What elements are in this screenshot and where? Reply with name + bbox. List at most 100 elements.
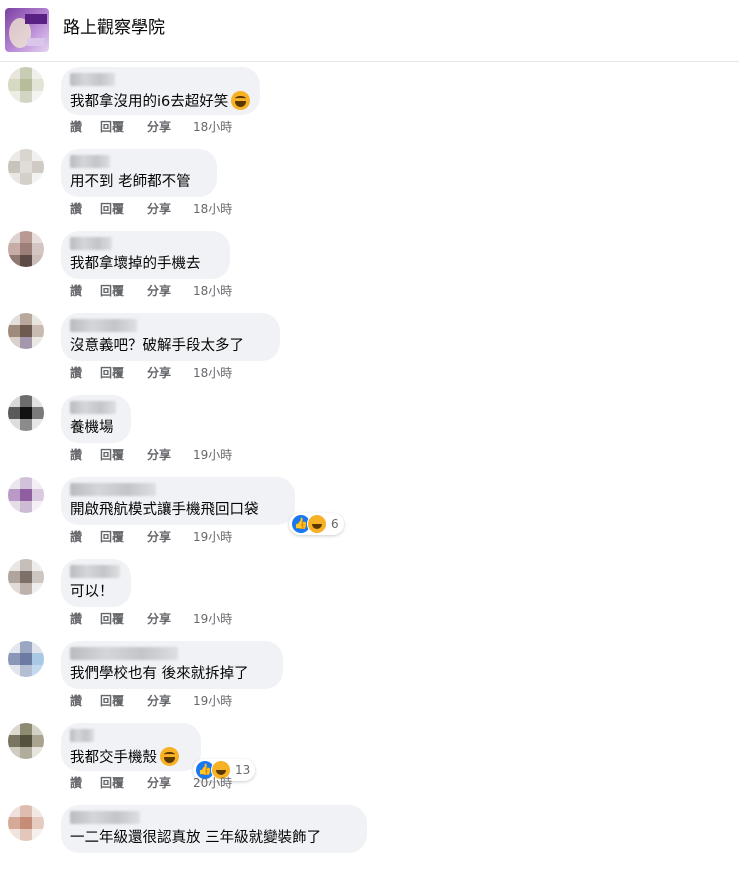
commenter-name[interactable] (70, 155, 110, 168)
comment-bubble: 用不到 老師都不管 (61, 149, 217, 197)
comment-text: 我們學校也有 後來就拆掉了 (70, 666, 249, 682)
like-link[interactable]: 讚 (70, 693, 100, 709)
comment-text: 用不到 老師都不管 (70, 174, 191, 190)
like-link[interactable]: 讚 (70, 775, 100, 791)
laughing-emoji-icon (160, 747, 179, 766)
page-title[interactable]: 路上觀察學院 (63, 17, 165, 39)
avatar-shape (27, 38, 45, 46)
reply-link[interactable]: 回覆 (100, 365, 147, 381)
timestamp[interactable]: 18小時 (193, 201, 232, 217)
commenter-name[interactable] (70, 729, 94, 742)
comment-actions: 讚回覆 分享 18小時 (70, 119, 232, 135)
comment-bubble: 一二年級還很認真放 三年級就變裝飾了 (61, 805, 367, 853)
comment: 用不到 老師都不管 讚回覆 分享 18小時 (0, 145, 739, 227)
comment-actions: 讚回覆 分享 19小時 (70, 611, 232, 627)
comment-text: 養機場 (70, 420, 114, 436)
laughing-emoji-icon (231, 91, 251, 110)
comment: 開啟飛航模式讓手機飛回口袋 👍 6 讚回覆 分享 19小時 (0, 473, 739, 555)
timestamp[interactable]: 18小時 (193, 283, 232, 299)
comment-text: 我都拿沒用的i6去超好笑 (70, 91, 251, 112)
comment-bubble: 養機場 (61, 395, 131, 443)
reply-link[interactable]: 回覆 (100, 775, 147, 791)
comment-actions: 讚回覆 分享 19小時 (70, 529, 232, 545)
comment-bubble: 我都拿壞掉的手機去 (61, 231, 230, 279)
like-link[interactable]: 讚 (70, 201, 100, 217)
comment-text: 開啟飛航模式讓手機飛回口袋 (70, 502, 259, 518)
comment-bubble: 我都交手機殼 (61, 723, 201, 771)
reply-link[interactable]: 回覆 (100, 529, 147, 545)
share-link[interactable]: 分享 (147, 201, 193, 217)
like-link[interactable]: 讚 (70, 447, 100, 463)
avatar[interactable] (8, 805, 44, 841)
commenter-name[interactable] (70, 647, 178, 660)
reply-link[interactable]: 回覆 (100, 201, 147, 217)
comment-bubble: 可以！ (61, 559, 131, 607)
comment-actions: 讚回覆 分享 18小時 (70, 365, 232, 381)
commenter-name[interactable] (70, 565, 120, 578)
avatar[interactable] (8, 395, 44, 431)
comment: 養機場 讚回覆 分享 19小時 (0, 391, 739, 473)
share-link[interactable]: 分享 (147, 119, 193, 135)
commenter-name[interactable] (70, 483, 156, 496)
commenter-name[interactable] (70, 401, 116, 414)
timestamp[interactable]: 18小時 (193, 119, 232, 135)
comment-actions: 讚回覆 分享 18小時 (70, 283, 232, 299)
haha-reaction-icon (307, 514, 327, 534)
comment-text: 一二年級還很認真放 三年級就變裝飾了 (70, 830, 322, 846)
avatar[interactable] (8, 67, 44, 103)
reply-link[interactable]: 回覆 (100, 283, 147, 299)
share-link[interactable]: 分享 (147, 529, 193, 545)
share-link[interactable]: 分享 (147, 365, 193, 381)
timestamp[interactable]: 19小時 (193, 693, 232, 709)
comment: 沒意義吧？破解手段太多了 讚回覆 分享 18小時 (0, 309, 739, 391)
comment: 我都拿壞掉的手機去 讚回覆 分享 18小時 (0, 227, 739, 309)
comment-actions: 讚回覆 分享 19小時 (70, 447, 232, 463)
like-link[interactable]: 讚 (70, 283, 100, 299)
comment: 一二年級還很認真放 三年級就變裝飾了 (0, 801, 739, 883)
comment-actions: 讚回覆 分享 20小時 (70, 775, 232, 791)
comment-bubble: 開啟飛航模式讓手機飛回口袋 (61, 477, 295, 525)
commenter-name[interactable] (70, 73, 115, 86)
share-link[interactable]: 分享 (147, 611, 193, 627)
commenter-name[interactable] (70, 811, 140, 824)
like-link[interactable]: 讚 (70, 365, 100, 381)
commenter-name[interactable] (70, 319, 137, 332)
reply-link[interactable]: 回覆 (100, 119, 147, 135)
avatar[interactable] (8, 231, 44, 267)
like-link[interactable]: 讚 (70, 611, 100, 627)
comment-text: 沒意義吧？破解手段太多了 (70, 338, 244, 354)
timestamp[interactable]: 19小時 (193, 447, 232, 463)
page-avatar[interactable] (5, 8, 49, 52)
timestamp[interactable]: 20小時 (193, 775, 232, 791)
like-link[interactable]: 讚 (70, 529, 100, 545)
comment: 我們學校也有 後來就拆掉了 讚回覆 分享 19小時 (0, 637, 739, 719)
share-link[interactable]: 分享 (147, 283, 193, 299)
page-header: 路上觀察學院 (0, 0, 739, 62)
share-link[interactable]: 分享 (147, 447, 193, 463)
reaction-count: 6 (331, 517, 339, 531)
avatar[interactable] (8, 477, 44, 513)
comment: 我都交手機殼 👍 13 讚回覆 分享 20小時 (0, 719, 739, 801)
comment-text: 我都拿壞掉的手機去 (70, 256, 201, 272)
comment-text: 我都交手機殼 (70, 747, 179, 768)
comment: 我都拿沒用的i6去超好笑 讚回覆 分享 18小時 (0, 63, 739, 145)
avatar[interactable] (8, 641, 44, 677)
share-link[interactable]: 分享 (147, 775, 193, 791)
avatar[interactable] (8, 723, 44, 759)
reaction-count: 13 (235, 763, 251, 777)
avatar[interactable] (8, 149, 44, 185)
commenter-name[interactable] (70, 237, 112, 250)
reply-link[interactable]: 回覆 (100, 693, 147, 709)
avatar[interactable] (8, 313, 44, 349)
timestamp[interactable]: 18小時 (193, 365, 232, 381)
reply-link[interactable]: 回覆 (100, 447, 147, 463)
reactions-summary[interactable]: 👍 6 (289, 513, 344, 535)
avatar[interactable] (8, 559, 44, 595)
reply-link[interactable]: 回覆 (100, 611, 147, 627)
share-link[interactable]: 分享 (147, 693, 193, 709)
comment: 可以！ 讚回覆 分享 19小時 (0, 555, 739, 637)
comment-text: 可以！ (70, 584, 114, 600)
timestamp[interactable]: 19小時 (193, 529, 232, 545)
timestamp[interactable]: 19小時 (193, 611, 232, 627)
like-link[interactable]: 讚 (70, 119, 100, 135)
